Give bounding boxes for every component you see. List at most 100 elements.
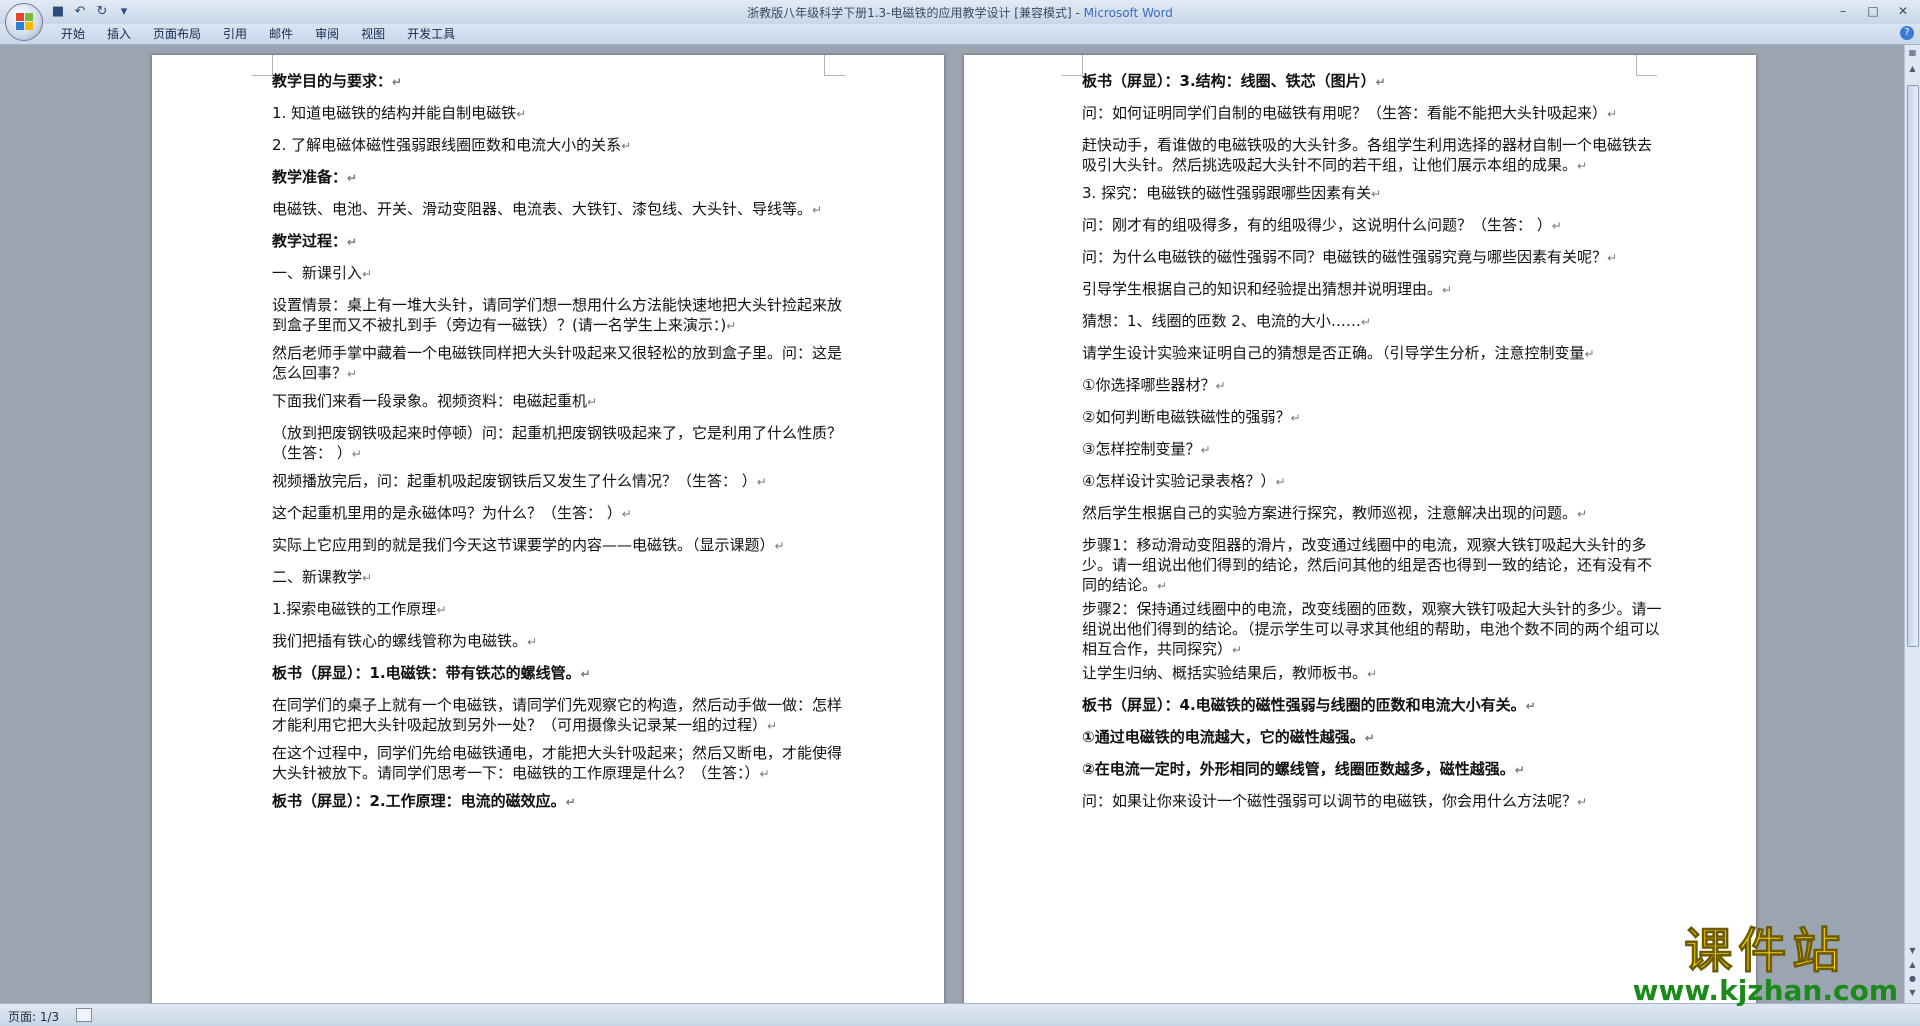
ribbon-tab[interactable]: 引用: [212, 24, 258, 44]
status-bar: 页面: 1/3: [0, 1003, 1920, 1026]
scroll-up-icon[interactable]: ▲: [1907, 63, 1918, 75]
paragraph-mark-icon: ↵: [1275, 475, 1286, 489]
paragraph-text: 在同学们的桌子上就有一个电磁铁，请同学们先观察它的构造，然后动手做一做：怎样才能…: [272, 696, 843, 734]
scroll-down-icon[interactable]: ▼: [1907, 945, 1918, 957]
window-title: 浙教版八年级科学下册1.3-电磁铁的应用教学设计 [兼容模式] - Micros…: [0, 4, 1920, 21]
paragraph-mark-icon: ↵: [351, 447, 362, 461]
paragraph[interactable]: 视频播放完后，问：起重机吸起废钢铁后又发生了什么情况？（生答： ）↵: [272, 471, 852, 492]
minimize-icon[interactable]: –: [1830, 2, 1856, 20]
paragraph[interactable]: 3. 探究：电磁铁的磁性强弱跟哪些因素有关↵: [1082, 183, 1662, 204]
paragraph[interactable]: 下面我们来看一段录象。视频资料：电磁起重机↵: [272, 391, 852, 412]
paragraph[interactable]: 在同学们的桌子上就有一个电磁铁，请同学们先观察它的构造，然后动手做一做：怎样才能…: [272, 695, 852, 736]
paragraph[interactable]: 二、新课教学↵: [272, 567, 852, 588]
paragraph[interactable]: 请学生设计实验来证明自己的猜想是否正确。（引导学生分析，注意控制变量↵: [1082, 343, 1662, 364]
paragraph[interactable]: 教学目的与要求：↵: [272, 71, 852, 92]
paragraph[interactable]: 步骤2：保持通过线圈中的电流，改变线圈的匝数，观察大铁钉吸起大头针的多少。请一组…: [1082, 599, 1662, 660]
proofing-icon[interactable]: [76, 1008, 92, 1022]
paragraph-text: 视频播放完后，问：起重机吸起废钢铁后又发生了什么情况？（生答： ）: [272, 472, 757, 490]
ribbon-tab[interactable]: 视图: [350, 24, 396, 44]
paragraph[interactable]: 这个起重机里用的是永磁体吗？为什么？（生答： ）↵: [272, 503, 852, 524]
paragraph[interactable]: 板书（屏显）：4.电磁铁的磁性强弱与线圈的匝数和电流大小有关。↵: [1082, 695, 1662, 716]
paragraph-mark-icon: ↵: [527, 635, 538, 649]
paragraph[interactable]: 然后学生根据自己的实验方案进行探究，教师巡视，注意解决出现的问题。↵: [1082, 503, 1662, 524]
paragraph[interactable]: 问：为什么电磁铁的磁性强弱不同？电磁铁的磁性强弱究竟与哪些因素有关呢？↵: [1082, 247, 1662, 268]
page-1[interactable]: 教学目的与要求：↵ 1. 知道电磁铁的结构并能自制电磁铁↵ 2. 了解电磁体磁性强弱…: [152, 55, 944, 1003]
paragraph-text: 板书（屏显）：2.工作原理：电流的磁效应。: [272, 792, 566, 810]
paragraph[interactable]: ④怎样设计实验记录表格？）↵: [1082, 471, 1662, 492]
paragraph[interactable]: ②在电流一定时，外形相同的螺线管，线圈匝数越多，磁性越强。↵: [1082, 759, 1662, 780]
paragraph-mark-icon: ↵: [1514, 763, 1525, 777]
paragraph-text: 这个起重机里用的是永磁体吗？为什么？（生答： ）: [272, 504, 622, 522]
close-icon[interactable]: ✕: [1890, 2, 1916, 20]
ribbon-tab[interactable]: 邮件: [258, 24, 304, 44]
title-separator: -: [1071, 6, 1084, 20]
paragraph[interactable]: ③怎样控制变量？↵: [1082, 439, 1662, 460]
paragraph-text: 二、新课教学: [272, 568, 363, 586]
paragraph[interactable]: 猜想：1、线圈的匝数 2、电流的大小……↵: [1082, 311, 1662, 332]
paragraph[interactable]: 问：如果让你来设计一个磁性强弱可以调节的电磁铁，你会用什么方法呢？↵: [1082, 791, 1662, 812]
scroll-thumb[interactable]: [1907, 85, 1919, 647]
page-count[interactable]: 页面: 1/3: [8, 1008, 59, 1025]
paragraph-text: 问：刚才有的组吸得多，有的组吸得少，这说明什么问题？（生答： ）: [1082, 216, 1552, 234]
paragraph[interactable]: 教学过程：↵: [272, 231, 852, 252]
paragraph[interactable]: 板书（屏显）：1.电磁铁：带有铁芯的螺线管。↵: [272, 663, 852, 684]
paragraph[interactable]: ②如何判断电磁铁磁性的强弱？↵: [1082, 407, 1662, 428]
paragraph-text: 2. 了解电磁体磁性强弱跟线圈匝数和电流大小的关系: [272, 136, 622, 154]
paragraph-mark-icon: ↵: [362, 571, 373, 585]
paragraph-mark-icon: ↵: [347, 235, 358, 249]
paragraph[interactable]: 步骤1：移动滑动变阻器的滑片，改变通过线圈中的电流，观察大铁钉吸起大头针的多少。…: [1082, 535, 1662, 596]
paragraph[interactable]: 一、新课引入↵: [272, 263, 852, 284]
ribbon-tab[interactable]: 插入: [96, 24, 142, 44]
paragraph[interactable]: 问：如何证明同学们自制的电磁铁有用呢？（生答：看能不能把大头针吸起来）↵: [1082, 103, 1662, 124]
paragraph-text: 引导学生根据自己的知识和经验提出猜想并说明理由。: [1082, 280, 1443, 298]
page-2[interactable]: 板书（屏显）：3.结构：线圈、铁芯（图片）↵ 问：如何证明同学们自制的电磁铁有用呢…: [964, 55, 1756, 1003]
paragraph-mark-icon: ↵: [774, 539, 785, 553]
previous-page-icon[interactable]: ▲: [1907, 959, 1918, 971]
paragraph-mark-icon: ↵: [1290, 411, 1301, 425]
paragraph[interactable]: 1.探索电磁铁的工作原理↵: [272, 599, 852, 620]
paragraph[interactable]: 赶快动手，看谁做的电磁铁吸的大头针多。各组学生利用选择的器材自制一个电磁铁去吸引…: [1082, 135, 1662, 176]
maximize-icon[interactable]: □: [1860, 2, 1886, 20]
next-page-icon[interactable]: ▼: [1907, 987, 1918, 999]
paragraph[interactable]: 设置情景：桌上有一堆大头针，请同学们想一想用什么方法能快速地把大头针捡起来放到盒…: [272, 295, 852, 336]
document-area[interactable]: 教学目的与要求：↵ 1. 知道电磁铁的结构并能自制电磁铁↵ 2. 了解电磁体磁性强弱…: [0, 45, 1905, 1003]
paragraph[interactable]: 让学生归纳、概括实验结果后，教师板书。↵: [1082, 663, 1662, 684]
paragraph[interactable]: 教学准备：↵: [272, 167, 852, 188]
paragraph-text: 然后老师手掌中藏着一个电磁铁同样把大头针吸起来又很轻松的放到盒子里。问：这是怎么…: [272, 344, 843, 382]
paragraph[interactable]: 引导学生根据自己的知识和经验提出猜想并说明理由。↵: [1082, 279, 1662, 300]
paragraph[interactable]: 板书（屏显）：3.结构：线圈、铁芯（图片）↵: [1082, 71, 1662, 92]
paragraph[interactable]: ①你选择哪些器材？↵: [1082, 375, 1662, 396]
watermark-logo: 课件站 www.kjzhan.com: [1633, 925, 1898, 1005]
paragraph[interactable]: 问：刚才有的组吸得多，有的组吸得少，这说明什么问题？（生答： ）↵: [1082, 215, 1662, 236]
paragraph-text: 问：如何证明同学们自制的电磁铁有用呢？（生答：看能不能把大头针吸起来）: [1082, 104, 1608, 122]
paragraph-text: 教学准备：: [272, 168, 348, 186]
paragraph[interactable]: 实际上它应用到的就是我们今天这节课要学的内容——电磁铁。（显示课题）↵: [272, 535, 852, 556]
paragraph[interactable]: 1. 知道电磁铁的结构并能自制电磁铁↵: [272, 103, 852, 124]
paragraph[interactable]: 我们把插有铁心的螺线管称为电磁铁。↵: [272, 631, 852, 652]
paragraph-text: 猜想：1、线圈的匝数 2、电流的大小……: [1082, 312, 1361, 330]
paragraph[interactable]: 在这个过程中，同学们先给电磁铁通电，才能把大头针吸起来；然后又断电，才能使得大头…: [272, 743, 852, 784]
ribbon-tab[interactable]: 开始: [50, 24, 96, 44]
browse-object-icon[interactable]: ●: [1907, 973, 1918, 985]
paragraph[interactable]: 板书（屏显）：2.工作原理：电流的磁效应。↵: [272, 791, 852, 812]
paragraph-text: ④怎样设计实验记录表格？）: [1082, 472, 1276, 490]
ruler-toggle-icon[interactable]: ▦: [1907, 47, 1918, 59]
vertical-scrollbar[interactable]: ▦ ▲ ▼ ▲ ● ▼: [1904, 45, 1920, 1003]
paragraph-text: 问：如果让你来设计一个磁性强弱可以调节的电磁铁，你会用什么方法呢？: [1082, 792, 1578, 810]
paragraph[interactable]: 2. 了解电磁体磁性强弱跟线圈匝数和电流大小的关系↵: [272, 135, 852, 156]
crop-mark: [1062, 55, 1083, 76]
paragraph-mark-icon: ↵: [362, 267, 373, 281]
office-button[interactable]: [5, 3, 43, 41]
paragraph[interactable]: （放到把废钢铁吸起来时停顿）问：起重机把废钢铁吸起来了，它是利用了什么性质？（生…: [272, 423, 852, 464]
ribbon-tab[interactable]: 审阅: [304, 24, 350, 44]
paragraph-mark-icon: ↵: [1371, 187, 1382, 201]
office-logo-icon: [16, 13, 34, 31]
ribbon-tab[interactable]: 页面布局: [142, 24, 212, 44]
paragraph[interactable]: ①通过电磁铁的电流越大，它的磁性越强。↵: [1082, 727, 1662, 748]
ribbon-tab[interactable]: 开发工具: [396, 24, 466, 44]
help-icon[interactable]: ?: [1900, 26, 1914, 40]
paragraph-text: 板书（屏显）：3.结构：线圈、铁芯（图片）: [1082, 72, 1376, 90]
paragraph[interactable]: 电磁铁、电池、开关、滑动变阻器、电流表、大铁钉、漆包线、大头针、导线等。↵: [272, 199, 852, 220]
paragraph[interactable]: 然后老师手掌中藏着一个电磁铁同样把大头针吸起来又很轻松的放到盒子里。问：这是怎么…: [272, 343, 852, 384]
paragraph-mark-icon: ↵: [1232, 643, 1243, 657]
